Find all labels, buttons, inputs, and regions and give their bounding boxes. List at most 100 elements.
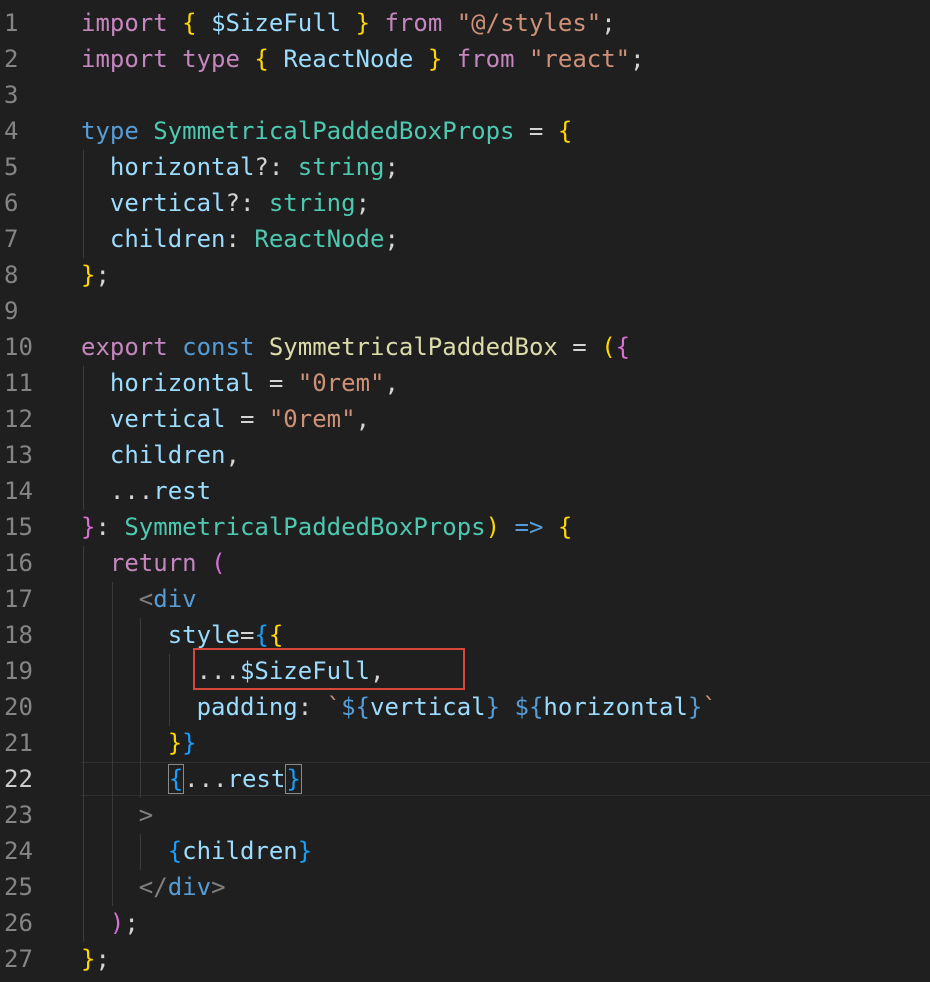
code-token: vertical <box>109 405 226 433</box>
code-line[interactable]: 1 import { $SizeFull } from "@/styles"; <box>0 5 930 41</box>
line-number: 8 <box>4 261 19 289</box>
code-token: { <box>182 9 197 37</box>
code-line[interactable]: 6 vertical?: string; <box>0 185 930 221</box>
code-token: from <box>384 9 443 37</box>
code-token: ... <box>81 477 154 505</box>
code-token: } <box>427 45 443 73</box>
code-token: ( <box>601 333 616 361</box>
code-line[interactable]: 19 ...$SizeFull, <box>0 653 930 689</box>
code-editor[interactable]: 1 import { $SizeFull } from "@/styles"; 2 i… <box>0 0 930 982</box>
line-number: 14 <box>4 477 33 505</box>
code-token: string <box>297 153 385 181</box>
code-token: { <box>615 333 631 361</box>
code-line[interactable]: 10 export const SymmetricalPaddedBox = ({ <box>0 329 930 365</box>
code-token: string <box>268 189 356 217</box>
code-line[interactable]: 7 children: ReactNode; <box>0 221 930 257</box>
code-line[interactable]: 18 style={{ <box>0 617 930 653</box>
code-line[interactable]: 4 type SymmetricalPaddedBoxProps = { <box>0 113 930 149</box>
line-number: 20 <box>4 693 33 721</box>
code-token: ReactNode <box>283 45 414 73</box>
code-text: type SymmetricalPaddedBoxProps = { <box>81 113 572 149</box>
code-line[interactable]: 5 horizontal?: string; <box>0 149 930 185</box>
code-token: "0rem" <box>268 405 356 433</box>
code-token: ; <box>630 45 645 73</box>
code-token: { <box>254 45 269 73</box>
code-token: , <box>225 441 240 469</box>
code-line[interactable]: 9 <box>0 293 930 329</box>
code-token: </ <box>138 873 168 901</box>
code-line[interactable]: 11 horizontal = "0rem", <box>0 365 930 401</box>
code-line[interactable]: 16 return ( <box>0 545 930 581</box>
code-token: ` <box>326 693 342 721</box>
code-text: }} <box>81 725 197 761</box>
code-text: horizontal = "0rem", <box>81 365 399 401</box>
line-number: 10 <box>4 333 33 361</box>
code-token: rest <box>153 477 212 505</box>
line-number: 23 <box>4 801 33 829</box>
code-token: } <box>485 693 501 721</box>
code-token: ; <box>601 9 616 37</box>
code-token: ; <box>124 909 139 937</box>
code-text: {...rest} <box>81 761 302 797</box>
code-line[interactable]: 13 children, <box>0 437 930 473</box>
code-line[interactable]: 22 {...rest} <box>0 761 930 797</box>
code-text: horizontal?: string; <box>81 149 399 185</box>
code-line[interactable]: 24 {children} <box>0 833 930 869</box>
code-token: ; <box>384 225 399 253</box>
code-token: } <box>81 513 96 541</box>
code-token: : <box>225 225 255 253</box>
code-text: ); <box>81 905 139 941</box>
code-token: style <box>167 621 240 649</box>
code-line[interactable]: 26 ); <box>0 905 930 941</box>
code-token: ... <box>184 765 228 793</box>
code-line[interactable]: 3 <box>0 77 930 113</box>
code-line[interactable]: 17 <div <box>0 581 930 617</box>
code-token: } <box>81 261 96 289</box>
line-number: 9 <box>4 297 19 325</box>
code-token: from <box>456 45 515 73</box>
code-token: "0rem" <box>297 369 385 397</box>
code-token: ?: <box>254 153 298 181</box>
code-token: div <box>167 873 212 901</box>
code-line[interactable]: 20 padding: `${vertical} ${horizontal}` <box>0 689 930 725</box>
code-line[interactable]: 25 </div> <box>0 869 930 905</box>
code-text: import { $SizeFull } from "@/styles"; <box>81 5 616 41</box>
code-token: , <box>355 405 371 433</box>
line-number: 2 <box>4 45 19 73</box>
code-text: children: ReactNode; <box>81 221 399 257</box>
code-token: = <box>254 369 298 397</box>
code-line[interactable]: 2 import type { ReactNode } from "react"; <box>0 41 930 77</box>
code-token: ?: <box>225 189 269 217</box>
code-token: SymmetricalPaddedBoxProps <box>153 117 515 145</box>
line-number: 18 <box>4 621 33 649</box>
code-text: > <box>81 797 153 833</box>
code-line[interactable]: 12 vertical = "0rem", <box>0 401 930 437</box>
code-line[interactable]: 27}; <box>0 941 930 977</box>
code-token: } <box>182 729 197 757</box>
code-token: { <box>557 117 573 145</box>
code-text: import type { ReactNode } from "react"; <box>81 41 645 77</box>
line-number: 17 <box>4 585 33 613</box>
code-token: } <box>687 693 703 721</box>
line-number: 11 <box>4 369 33 397</box>
code-line[interactable]: 21 }} <box>0 725 930 761</box>
code-line[interactable]: 14 ...rest <box>0 473 930 509</box>
code-line[interactable]: 23 > <box>0 797 930 833</box>
code-token: } <box>81 945 96 973</box>
code-line[interactable]: 15}: SymmetricalPaddedBoxProps) => { <box>0 509 930 545</box>
code-token: > <box>138 801 154 829</box>
code-line[interactable]: 8}; <box>0 257 930 293</box>
